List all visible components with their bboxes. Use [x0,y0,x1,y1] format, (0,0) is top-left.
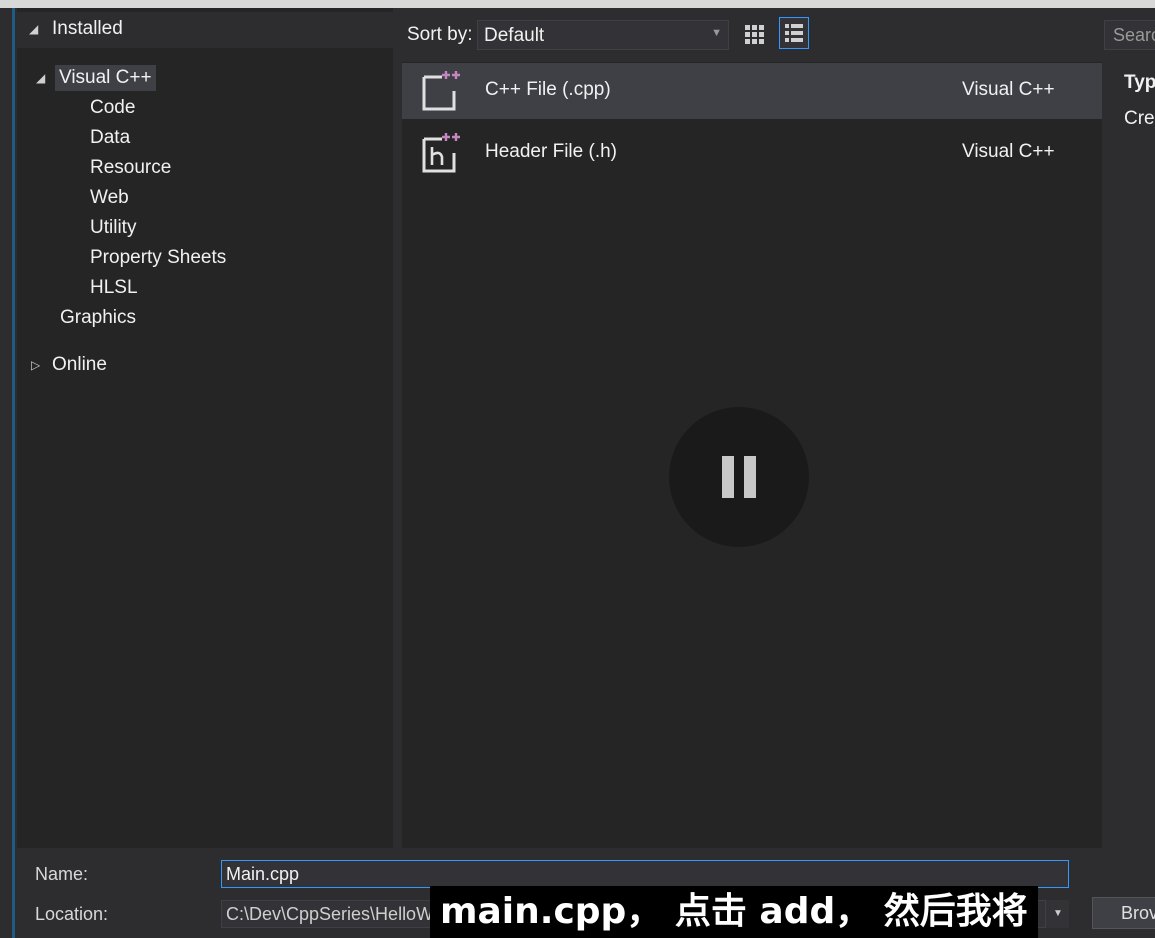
tree-item-property-sheets[interactable]: Property Sheets [90,247,226,269]
list-view-button[interactable] [779,17,809,49]
tree-item-web[interactable]: Web [90,187,129,209]
grid-view-icon [745,25,764,44]
small-icons-view-button[interactable] [741,19,771,51]
subtitle-text: main.cpp， 点击 add， 然后我将 [440,891,1028,932]
template-row-header-file[interactable]: Header File (.h) Visual C++ [402,125,1102,181]
template-row-cpp-file[interactable]: C++ File (.cpp) Visual C++ [402,63,1102,119]
details-type-label: Typ [1124,72,1155,93]
name-label: Name: [35,864,89,884]
expanded-arrow-icon: ◢ [29,22,39,36]
pause-icon [722,456,734,498]
category-tree [17,8,393,848]
window-left-border [12,8,15,938]
location-label: Location: [35,904,109,924]
video-pause-button[interactable] [669,407,809,547]
tree-item-data[interactable]: Data [90,127,130,149]
installed-label: Installed [52,18,123,39]
tree-item-resource[interactable]: Resource [90,157,171,179]
window-top-band [0,0,1155,8]
tree-item-online[interactable]: Online [52,354,107,376]
pause-icon [744,456,756,498]
tree-item-code[interactable]: Code [90,97,135,119]
location-dropdown-button[interactable]: ▼ [1045,900,1069,928]
template-name: C++ File (.cpp) [485,79,611,100]
list-view-icon [785,24,803,45]
video-subtitle: main.cpp， 点击 add， 然后我将 [430,886,1038,938]
expanded-arrow-icon[interactable]: ◢ [36,71,45,85]
chevron-down-icon: ▼ [1053,908,1063,919]
template-language: Visual C++ [962,79,1055,100]
sort-by-label: Sort by: [407,24,473,45]
browse-button[interactable]: Brov [1092,897,1155,929]
tree-item-utility[interactable]: Utility [90,217,136,239]
template-name: Header File (.h) [485,141,617,162]
details-description: Crea [1124,108,1155,129]
sort-by-value: Default [484,25,545,46]
collapsed-arrow-icon[interactable]: ▷ [31,358,40,372]
tree-header-installed[interactable]: ◢ Installed [17,12,393,48]
name-field[interactable] [221,860,1069,888]
search-placeholder: Searc [1113,25,1155,45]
search-input[interactable]: Searc [1104,20,1155,50]
tree-item-hlsl[interactable]: HLSL [90,277,138,299]
browse-label: Brov [1121,903,1155,923]
header-file-icon [420,131,464,180]
tree-item-graphics[interactable]: Graphics [60,307,136,329]
chevron-down-icon: ▼ [711,27,722,39]
template-language: Visual C++ [962,141,1055,162]
details-pane: Typ Crea [1102,62,1155,848]
cpp-file-icon [420,69,464,118]
sort-by-dropdown[interactable]: Default ▼ [477,20,729,50]
tree-item-visual-cpp[interactable]: Visual C++ [55,65,156,91]
